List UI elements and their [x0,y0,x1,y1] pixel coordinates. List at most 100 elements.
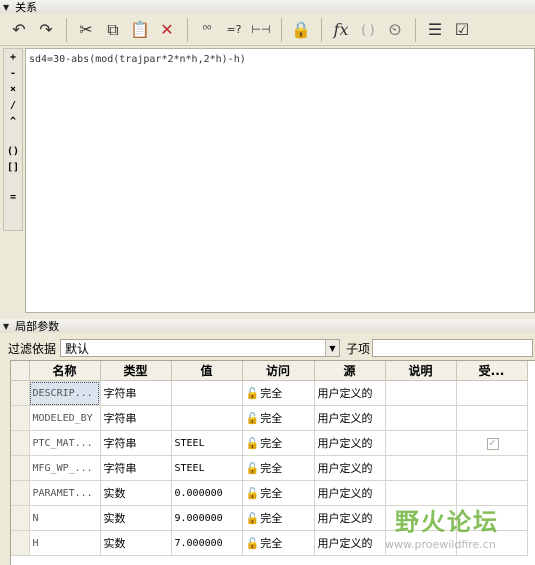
column-header[interactable]: 说明 [385,361,457,381]
operator-button[interactable]: = [4,189,22,205]
cut-button[interactable]: ✂ [73,17,99,43]
param-value-cell[interactable] [171,380,243,406]
column-header[interactable]: 源 [314,361,386,381]
table-row[interactable]: PTC_MAT... 字符串 STEEL 🔓完全 用户定义的 ✓ [11,430,528,456]
param-source-cell[interactable]: 用户定义的 [314,505,386,531]
param-access-cell[interactable]: 🔓完全 [242,455,315,481]
param-restricted-cell[interactable] [456,480,528,506]
show-values-button[interactable]: ⁰⁰ [194,17,220,43]
param-restricted-cell[interactable] [456,380,528,406]
param-access-cell[interactable]: 🔓完全 [242,505,315,531]
param-name-cell[interactable]: PTC_MAT... [29,430,101,456]
paste-button[interactable]: 📋 [127,17,153,43]
local-params-header[interactable]: ▼ 局部参数 [0,319,535,333]
param-desc-cell[interactable] [385,505,457,531]
param-source-cell[interactable]: 用户定义的 [314,380,386,406]
param-desc-cell[interactable] [385,380,457,406]
operator-button[interactable]: / [4,97,22,113]
param-access-cell[interactable]: 🔓完全 [242,530,315,556]
param-type-cell[interactable]: 实数 [100,480,172,506]
table-row[interactable]: PARAMET... 实数 0.000000 🔓完全 用户定义的 [11,480,528,506]
insert-function-button[interactable]: fx [328,17,354,43]
undo-button[interactable]: ↶ [6,17,32,43]
row-header[interactable] [11,505,30,531]
copy-button[interactable]: ⧉ [100,17,126,43]
column-header[interactable]: 名称 [29,361,101,381]
param-type-cell[interactable]: 字符串 [100,455,172,481]
chevron-down-icon[interactable]: ▼ [325,340,339,356]
param-value-cell[interactable]: 9.000000 [171,505,243,531]
param-value-cell[interactable]: 7.000000 [171,530,243,556]
param-source-cell[interactable]: 用户定义的 [314,530,386,556]
param-desc-cell[interactable] [385,480,457,506]
param-name-cell[interactable]: MODELED_BY [29,405,101,431]
param-value-cell[interactable]: STEEL [171,455,243,481]
table-row[interactable]: DESCRIP... 字符串 🔓完全 用户定义的 [11,380,528,406]
param-restricted-cell[interactable]: ✓ [456,430,528,456]
param-desc-cell[interactable] [385,455,457,481]
column-header[interactable]: 值 [171,361,243,381]
param-name-cell[interactable]: N [29,505,101,531]
sub-item-field[interactable] [372,339,533,357]
delete-button[interactable]: ✕ [154,17,180,43]
row-header[interactable] [11,455,30,481]
param-type-cell[interactable]: 字符串 [100,380,172,406]
operator-button[interactable]: [] [4,159,22,175]
param-name-cell[interactable]: H [29,530,101,556]
table-row[interactable]: MODELED_BY 字符串 🔓完全 用户定义的 [11,405,528,431]
param-name-cell[interactable]: DESCRIP... [29,380,101,406]
param-desc-cell[interactable] [385,530,457,556]
redo-button[interactable]: ↷ [33,17,59,43]
execute-button[interactable]: ☰ [422,17,448,43]
param-source-cell[interactable]: 用户定义的 [314,430,386,456]
row-header[interactable] [11,530,30,556]
operator-button[interactable]: + [4,49,22,65]
table-row[interactable]: N 实数 9.000000 🔓完全 用户定义的 [11,505,528,531]
param-access-cell[interactable]: 🔓完全 [242,430,315,456]
column-header[interactable]: 访问 [242,361,315,381]
param-value-cell[interactable] [171,405,243,431]
relations-editor[interactable]: sd4=30-abs(mod(trajpar*2*n*h,2*h)-h) [25,48,535,313]
param-type-cell[interactable]: 实数 [100,530,172,556]
param-restricted-cell[interactable] [456,505,528,531]
checkbox-icon[interactable]: ✓ [486,438,499,450]
table-row[interactable]: MFG_WP_... 字符串 STEEL 🔓完全 用户定义的 [11,455,528,481]
relations-panel-header[interactable]: ▼ 关系 [0,0,535,14]
param-value-cell[interactable]: STEEL [171,430,243,456]
table-row[interactable]: H 实数 7.000000 🔓完全 用户定义的 [11,530,528,556]
row-header[interactable] [11,405,30,431]
operator-button[interactable]: () [4,143,22,159]
unit-sensitive-button[interactable]: 🔒 [288,17,314,43]
collapse-triangle-icon[interactable]: ▼ [3,322,9,331]
row-header[interactable] [11,430,30,456]
operator-button[interactable]: ^ [4,113,22,129]
row-header[interactable] [11,380,30,406]
param-access-cell[interactable]: 🔓完全 [242,405,315,431]
row-header[interactable] [11,480,30,506]
column-header[interactable]: 类型 [100,361,172,381]
param-type-cell[interactable]: 字符串 [100,430,172,456]
measure-button[interactable]: ⊢⊣ [248,17,274,43]
verify-button[interactable]: ☑ [449,17,475,43]
param-source-cell[interactable]: 用户定义的 [314,480,386,506]
param-name-cell[interactable]: PARAMET... [29,480,101,506]
insert-parentheses-button[interactable]: ( ) [355,17,381,43]
column-header[interactable]: 受... [456,361,528,381]
param-restricted-cell[interactable] [456,455,528,481]
param-type-cell[interactable]: 字符串 [100,405,172,431]
param-type-cell[interactable]: 实数 [100,505,172,531]
param-source-cell[interactable]: 用户定义的 [314,455,386,481]
evaluate-button[interactable]: =? [221,17,247,43]
param-restricted-cell[interactable] [456,530,528,556]
param-restricted-cell[interactable] [456,405,528,431]
operator-button[interactable]: × [4,81,22,97]
param-access-cell[interactable]: 🔓完全 [242,380,315,406]
param-source-cell[interactable]: 用户定义的 [314,405,386,431]
param-desc-cell[interactable] [385,405,457,431]
param-desc-cell[interactable] [385,430,457,456]
sort-relations-button[interactable]: ⏲ [382,17,408,43]
collapse-triangle-icon[interactable]: ▼ [3,3,9,12]
param-access-cell[interactable]: 🔓完全 [242,480,315,506]
param-value-cell[interactable]: 0.000000 [171,480,243,506]
operator-button[interactable]: - [4,65,22,81]
